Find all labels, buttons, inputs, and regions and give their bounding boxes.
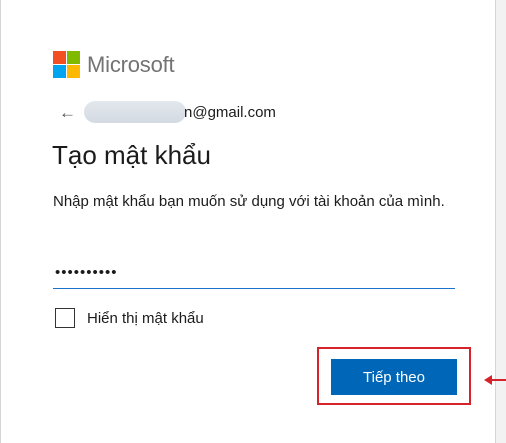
page-description: Nhập mật khẩu bạn muốn sử dụng với tài k…	[53, 193, 445, 210]
back-arrow-icon[interactable]: ←	[59, 104, 76, 121]
annotation-arrow-icon	[484, 375, 506, 385]
account-email: n@gmail.com	[184, 103, 276, 121]
signin-card: Microsoft ← n@gmail.com Tạo mật khẩu Nhậ…	[0, 0, 496, 443]
identity-banner: ← n@gmail.com	[59, 101, 276, 123]
show-password-toggle[interactable]: Hiển thị mật khẩu	[55, 308, 204, 328]
password-input[interactable]	[53, 257, 455, 289]
next-button[interactable]: Tiếp theo	[331, 359, 457, 395]
brand-name: Microsoft	[87, 51, 175, 77]
redacted-email-blur	[84, 101, 186, 123]
show-password-label: Hiển thị mật khẩu	[87, 309, 204, 327]
microsoft-logo-icon	[53, 51, 80, 78]
microsoft-logo: Microsoft	[53, 51, 175, 78]
show-password-checkbox[interactable]	[55, 308, 75, 328]
page-title: Tạo mật khẩu	[52, 140, 211, 170]
